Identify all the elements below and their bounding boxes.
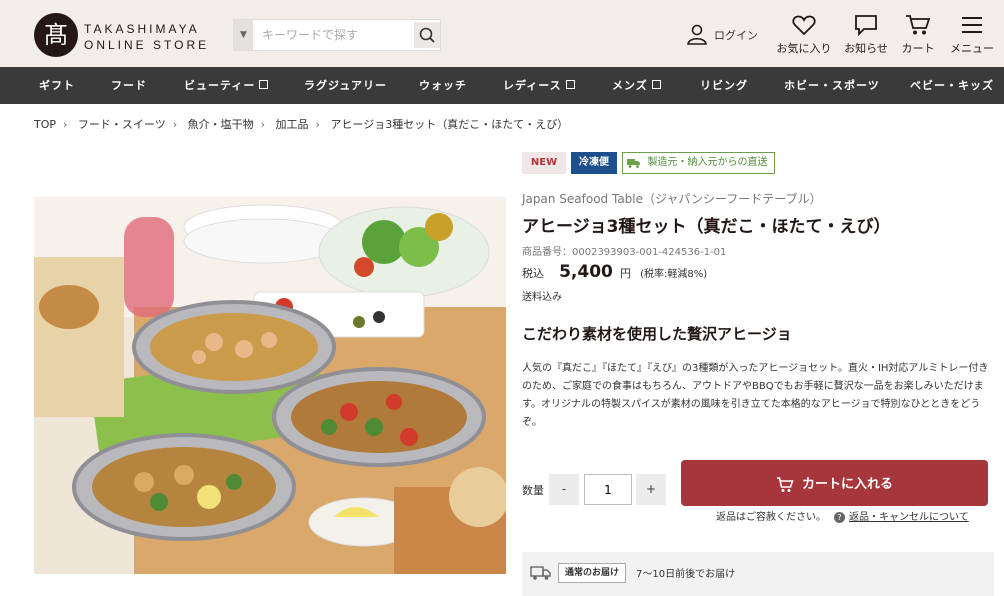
external-link-icon <box>259 80 269 89</box>
nav-item-living[interactable]: リビング <box>700 67 748 104</box>
chevron-right-icon: › <box>315 118 320 131</box>
notifications-label: お知らせ <box>844 42 888 55</box>
chevron-right-icon: › <box>172 118 178 131</box>
new-badge: NEW <box>522 152 566 174</box>
nav-item-food[interactable]: フード <box>111 67 147 104</box>
quantity-decrease-button[interactable]: - <box>549 474 579 505</box>
breadcrumb-current: アヒージョ3種セット（真だこ・ほたて・えび） <box>330 118 569 131</box>
frozen-delivery-badge: 冷凍便 <box>571 152 617 174</box>
notifications-link[interactable]: お知らせ <box>842 14 890 56</box>
quantity-input[interactable] <box>584 474 632 505</box>
delivery-time-text: 7〜10日前後でお届け <box>636 569 736 580</box>
product-code: 商品番号：0002393903-001-424536-1-01 <box>522 247 727 258</box>
nav-item-baby-kids[interactable]: ベビー・キッズ <box>910 67 994 104</box>
login-label: ログイン <box>714 29 758 42</box>
logo-text-line2[interactable]: ONLINE STORE <box>84 38 209 52</box>
nav-item-beauty[interactable]: ビューティー <box>184 67 269 104</box>
truck-icon <box>627 159 640 168</box>
breadcrumb: TOP › フード・スイーツ › 魚介・塩干物 › 加工品 › アヒージョ3種セット（真… <box>34 116 568 132</box>
truck-icon <box>530 566 551 580</box>
return-note: 返品はご容赦ください。 <box>716 512 826 523</box>
cart-link[interactable]: カート <box>900 14 936 56</box>
breadcrumb-top[interactable]: TOP <box>34 118 56 131</box>
nav-item-gift[interactable]: ギフト <box>39 67 75 104</box>
breadcrumb-seafood[interactable]: 魚介・塩干物 <box>188 118 254 131</box>
category-nav: ギフト フード ビューティー ラグジュアリー ウォッチ レディース メンズ リビ… <box>0 67 1004 104</box>
cart-icon <box>776 476 794 492</box>
currency-label: 円 <box>619 267 631 280</box>
site-header: 髙 TAKASHIMAYA ONLINE STORE ▼ ログイン お気に入り … <box>0 0 1004 67</box>
external-link-icon <box>565 80 575 89</box>
add-to-cart-button[interactable]: カートに入れる <box>681 460 988 506</box>
hamburger-menu-icon <box>962 17 982 33</box>
return-policy-row: 返品はご容赦ください。? 返品・キャンセルについて <box>716 508 969 523</box>
product-photo-illustration <box>34 197 506 574</box>
add-to-cart-label: カートに入れる <box>801 477 893 493</box>
nav-item-luxury[interactable]: ラグジュアリー <box>304 67 387 104</box>
direct-shipping-label: 製造元・納入元からの直送 <box>647 157 768 168</box>
breadcrumb-processed[interactable]: 加工品 <box>276 118 309 131</box>
search-icon <box>419 27 435 43</box>
delivery-info-box: 通常のお届け 7〜10日前後でお届け <box>522 552 994 596</box>
product-image[interactable] <box>34 197 506 574</box>
return-cancel-link[interactable]: 返品・キャンセルについて <box>849 512 969 523</box>
menu-button[interactable]: メニュー <box>948 14 996 56</box>
nav-item-mens[interactable]: メンズ <box>612 67 661 104</box>
search-category-dropdown[interactable]: ▼ <box>234 20 253 50</box>
search-box: ▼ <box>233 19 441 51</box>
favorites-link[interactable]: お気に入り <box>776 14 832 56</box>
product-catchphrase: こだわり素材を使用した贅沢アヒージョ <box>522 325 792 343</box>
direct-shipping-badge: 製造元・納入元からの直送 <box>622 152 775 174</box>
chevron-right-icon: › <box>63 118 68 131</box>
price-value: 5,400 <box>559 262 613 282</box>
external-link-icon <box>651 80 661 89</box>
cart-label: カート <box>901 42 935 55</box>
cart-icon <box>906 15 931 35</box>
speech-bubble-icon <box>855 15 877 37</box>
logo-text-line1[interactable]: TAKASHIMAYA <box>84 22 200 36</box>
standard-delivery-badge: 通常のお届け <box>558 563 627 583</box>
question-icon: ? <box>834 512 845 523</box>
product-title: アヒージョ3種セット（真だこ・ほたて・えび） <box>522 217 891 237</box>
search-button[interactable] <box>414 22 440 48</box>
takashimaya-logo[interactable]: 髙 <box>34 13 78 57</box>
favorites-label: お気に入り <box>776 42 832 55</box>
price-row: 税込 5,400 円 (税率:軽減8%) <box>522 262 707 284</box>
heart-icon <box>792 15 816 36</box>
nav-item-hobby-sports[interactable]: ホビー・スポーツ <box>784 67 880 104</box>
product-description: 人気の『真だこ』『ほたて』『えび』の3種類が入ったアヒージョセット。直火・IH対… <box>522 363 989 428</box>
search-input[interactable] <box>254 20 414 50</box>
brand-name[interactable]: Japan Seafood Table（ジャパンシーフードテーブル） <box>522 190 822 207</box>
chevron-right-icon: › <box>260 118 266 131</box>
nav-item-ladies[interactable]: レディース <box>503 67 575 104</box>
menu-label: メニュー <box>950 42 994 55</box>
quantity-label: 数量 <box>522 484 544 497</box>
breadcrumb-food-sweets[interactable]: フード・スイーツ <box>78 118 166 131</box>
quantity-increase-button[interactable]: + <box>636 474 666 505</box>
tax-rate-note: (税率:軽減8%) <box>640 269 708 280</box>
shipping-included-label: 送料込み <box>522 292 562 303</box>
user-icon <box>687 24 707 45</box>
tax-included-label: 税込 <box>522 267 544 280</box>
nav-item-watch[interactable]: ウォッチ <box>419 67 467 104</box>
